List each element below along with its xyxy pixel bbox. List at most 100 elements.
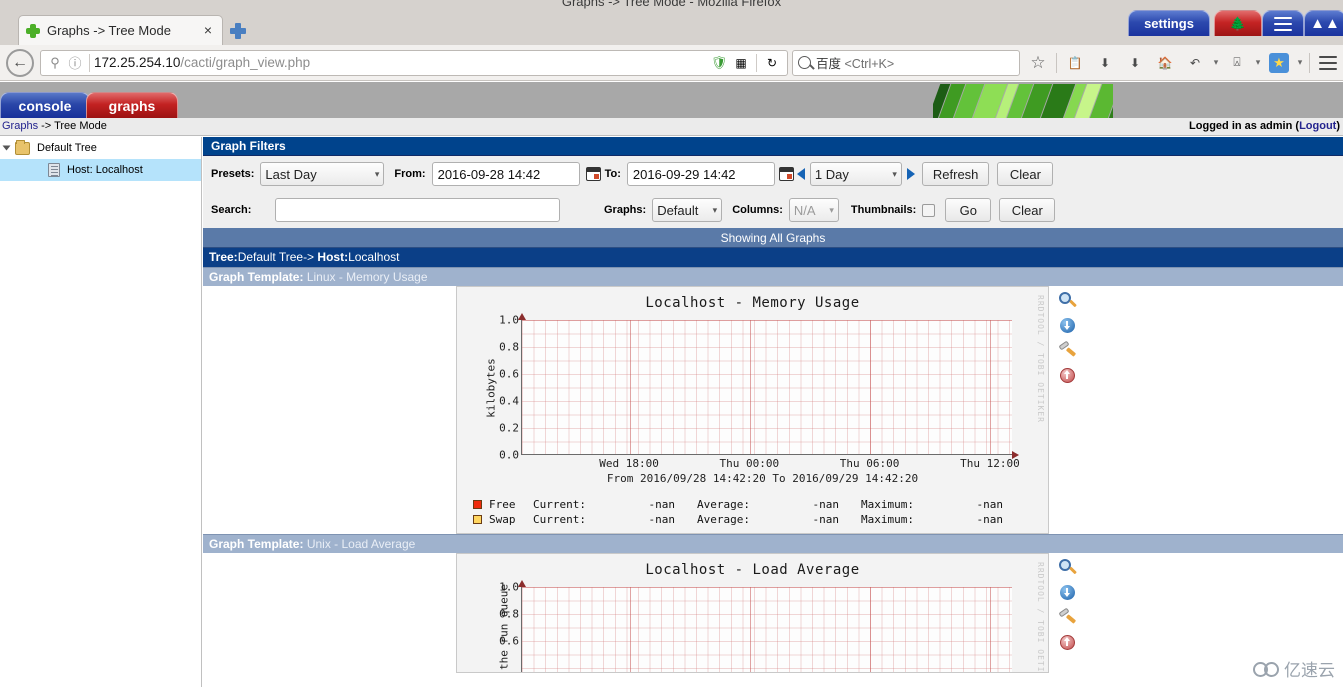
legend-current-value: -nan <box>648 513 676 526</box>
search-bar[interactable]: 百度 <Ctrl+K> <box>792 49 1020 76</box>
graph-load-average[interactable]: Localhost - Load Average the run queue 1… <box>456 553 1049 673</box>
download-icon[interactable]: ⬇ <box>1122 50 1148 76</box>
chevron-down-icon: ▾ <box>374 168 380 179</box>
search-label: Search: <box>211 204 252 216</box>
divider <box>1056 52 1057 73</box>
graph-legend: Free Current: -nan Average: -nan Maximum… <box>473 497 1048 527</box>
thumbnails-label: Thumbnails: <box>850 204 917 216</box>
tree-separator: -> <box>303 250 318 264</box>
y-axis-arrow-icon <box>517 580 526 587</box>
legend-average-label: Average: <box>697 498 750 511</box>
chevron-down-icon[interactable]: ▾ <box>1252 57 1264 68</box>
preview-view-button[interactable]: ▲▲ <box>1304 10 1343 36</box>
zoom-graph-icon[interactable] <box>1059 559 1077 577</box>
graph-actions-2 <box>1049 553 1089 652</box>
from-date-input[interactable] <box>431 162 580 186</box>
columns-select[interactable]: N/A ▾ <box>788 198 839 222</box>
sidebar-item-label: Host: Localhost <box>67 164 143 176</box>
export-csv-icon[interactable] <box>1059 584 1077 602</box>
back-icon[interactable]: ← <box>6 48 34 77</box>
zoom-graph-icon[interactable] <box>1059 292 1077 310</box>
shield-icon[interactable]: 🛡 <box>708 52 730 74</box>
legend-swatch-free <box>473 500 482 509</box>
info-icon[interactable]: ⓘ <box>65 53 85 73</box>
search-icon <box>798 56 811 69</box>
expand-triangle-icon[interactable] <box>2 145 11 151</box>
reload-icon[interactable]: ↻ <box>761 52 783 74</box>
tree-view-button[interactable]: 🌲 <box>1214 10 1262 36</box>
menu-icon[interactable] <box>1315 50 1341 76</box>
clear-search-button[interactable]: Clear <box>999 198 1056 222</box>
export-csv-icon[interactable] <box>1059 317 1077 335</box>
legend-current-label: Current: <box>533 513 586 526</box>
qrcode-icon[interactable]: ▦ <box>730 52 752 74</box>
sidebar-item-host-localhost[interactable]: Host: Localhost <box>0 159 201 181</box>
pocket-icon[interactable]: ⬇ <box>1092 50 1118 76</box>
go-button[interactable]: Go <box>945 198 992 222</box>
nav-tab-graphs[interactable]: graphs <box>86 92 178 118</box>
window-title: Graphs -> Tree Mode - Mozilla Firefox <box>561 0 782 9</box>
legend-average-value: -nan <box>812 513 840 526</box>
breadcrumb: Graphs -> Tree Mode <box>2 120 107 132</box>
sidebar-item-default-tree[interactable]: Default Tree <box>0 137 201 159</box>
to-date-input[interactable] <box>626 162 775 186</box>
breadcrumb-link-graphs[interactable]: Graphs <box>2 120 38 132</box>
graph-debug-icon[interactable] <box>1059 634 1077 652</box>
home-icon[interactable]: 🏠 <box>1152 50 1178 76</box>
graph-memory-usage[interactable]: Localhost - Memory Usage kilobytes 1.0 0… <box>456 286 1049 534</box>
y-axis-ticks: 1.0 0.8 0.6 <box>483 581 519 672</box>
undo-icon[interactable]: ↶ <box>1182 50 1208 76</box>
graph-properties-icon[interactable] <box>1058 340 1077 360</box>
folder-icon <box>15 139 30 155</box>
host-icon <box>48 163 60 177</box>
chevron-down-icon: ▾ <box>712 204 718 215</box>
logout-link[interactable]: Logout <box>1299 120 1336 132</box>
tree-label: Tree: <box>209 250 238 264</box>
thumbnails-checkbox[interactable] <box>922 203 936 217</box>
chevron-down-icon[interactable]: ▾ <box>1210 57 1222 68</box>
close-icon[interactable]: × <box>200 23 216 39</box>
chevron-down-icon[interactable]: ▾ <box>1294 57 1306 68</box>
host-name: Localhost <box>348 250 400 264</box>
graph-actions-1 <box>1049 286 1089 385</box>
next-period-arrow-icon[interactable] <box>906 168 915 180</box>
bookmarks-icon[interactable]: ★ <box>1266 50 1292 76</box>
previous-period-arrow-icon[interactable] <box>796 168 805 180</box>
calendar-icon[interactable] <box>585 167 601 181</box>
y-tick: 0.8 <box>499 340 519 354</box>
calendar-icon[interactable] <box>778 167 794 181</box>
time-span-select[interactable]: 1 Day ▾ <box>809 162 902 186</box>
bookmark-star-icon[interactable]: ☆ <box>1025 50 1051 76</box>
chevron-down-icon: ▾ <box>892 168 897 179</box>
nav-tab-console[interactable]: console <box>0 92 90 118</box>
url-text: 172.25.254.10/cacti/graph_view.php <box>94 55 311 70</box>
host-label: Host: <box>317 250 349 264</box>
search-placeholder: 百度 <Ctrl+K> <box>816 57 895 71</box>
tab-graphs-tree-mode[interactable]: Graphs -> Tree Mode × <box>18 15 223 45</box>
graph-debug-icon[interactable] <box>1059 367 1077 385</box>
settings-button[interactable]: settings <box>1128 10 1210 36</box>
to-label: To: <box>604 168 621 180</box>
graphs-label: Graphs: <box>604 204 647 216</box>
time-span-value: 1 Day <box>814 166 849 182</box>
refresh-button[interactable]: Refresh <box>921 162 990 186</box>
reader-list-icon[interactable]: 📋 <box>1062 50 1088 76</box>
presets-select[interactable]: Last Day ▾ <box>260 162 385 186</box>
legend-maximum-label: Maximum: <box>861 513 914 526</box>
address-bar[interactable]: ⚲ ⓘ 172.25.254.10/cacti/graph_view.php 🛡… <box>40 49 788 76</box>
graph-area-1: Localhost - Memory Usage kilobytes 1.0 0… <box>203 286 1343 534</box>
x-axis-ticks: Wed 18:00 Thu 00:00 Thu 06:00 Thu 12:00 <box>521 455 1019 471</box>
graph-template-bar-1: Graph Template: Linux - Memory Usage <box>203 267 1343 286</box>
search-input[interactable] <box>275 198 560 222</box>
legend-series-name: Swap <box>489 513 516 526</box>
main-content: Graph Filters Presets: Last Day ▾ From: … <box>203 137 1343 687</box>
clear-button[interactable]: Clear <box>997 162 1054 186</box>
graphs-select[interactable]: Default ▾ <box>652 198 723 222</box>
new-tab-icon[interactable] <box>229 22 247 40</box>
cacti-breadcrumb-bar: Graphs -> Tree Mode Logged in as admin (… <box>0 118 1343 136</box>
presets-label: Presets: <box>211 168 255 180</box>
screenshot-crop-icon[interactable]: ⍓ <box>1224 50 1250 76</box>
browser-navigation-bar: ← ⚲ ⓘ 172.25.254.10/cacti/graph_view.php… <box>0 45 1343 81</box>
graph-properties-icon[interactable] <box>1058 607 1077 627</box>
list-view-button[interactable] <box>1262 10 1304 36</box>
